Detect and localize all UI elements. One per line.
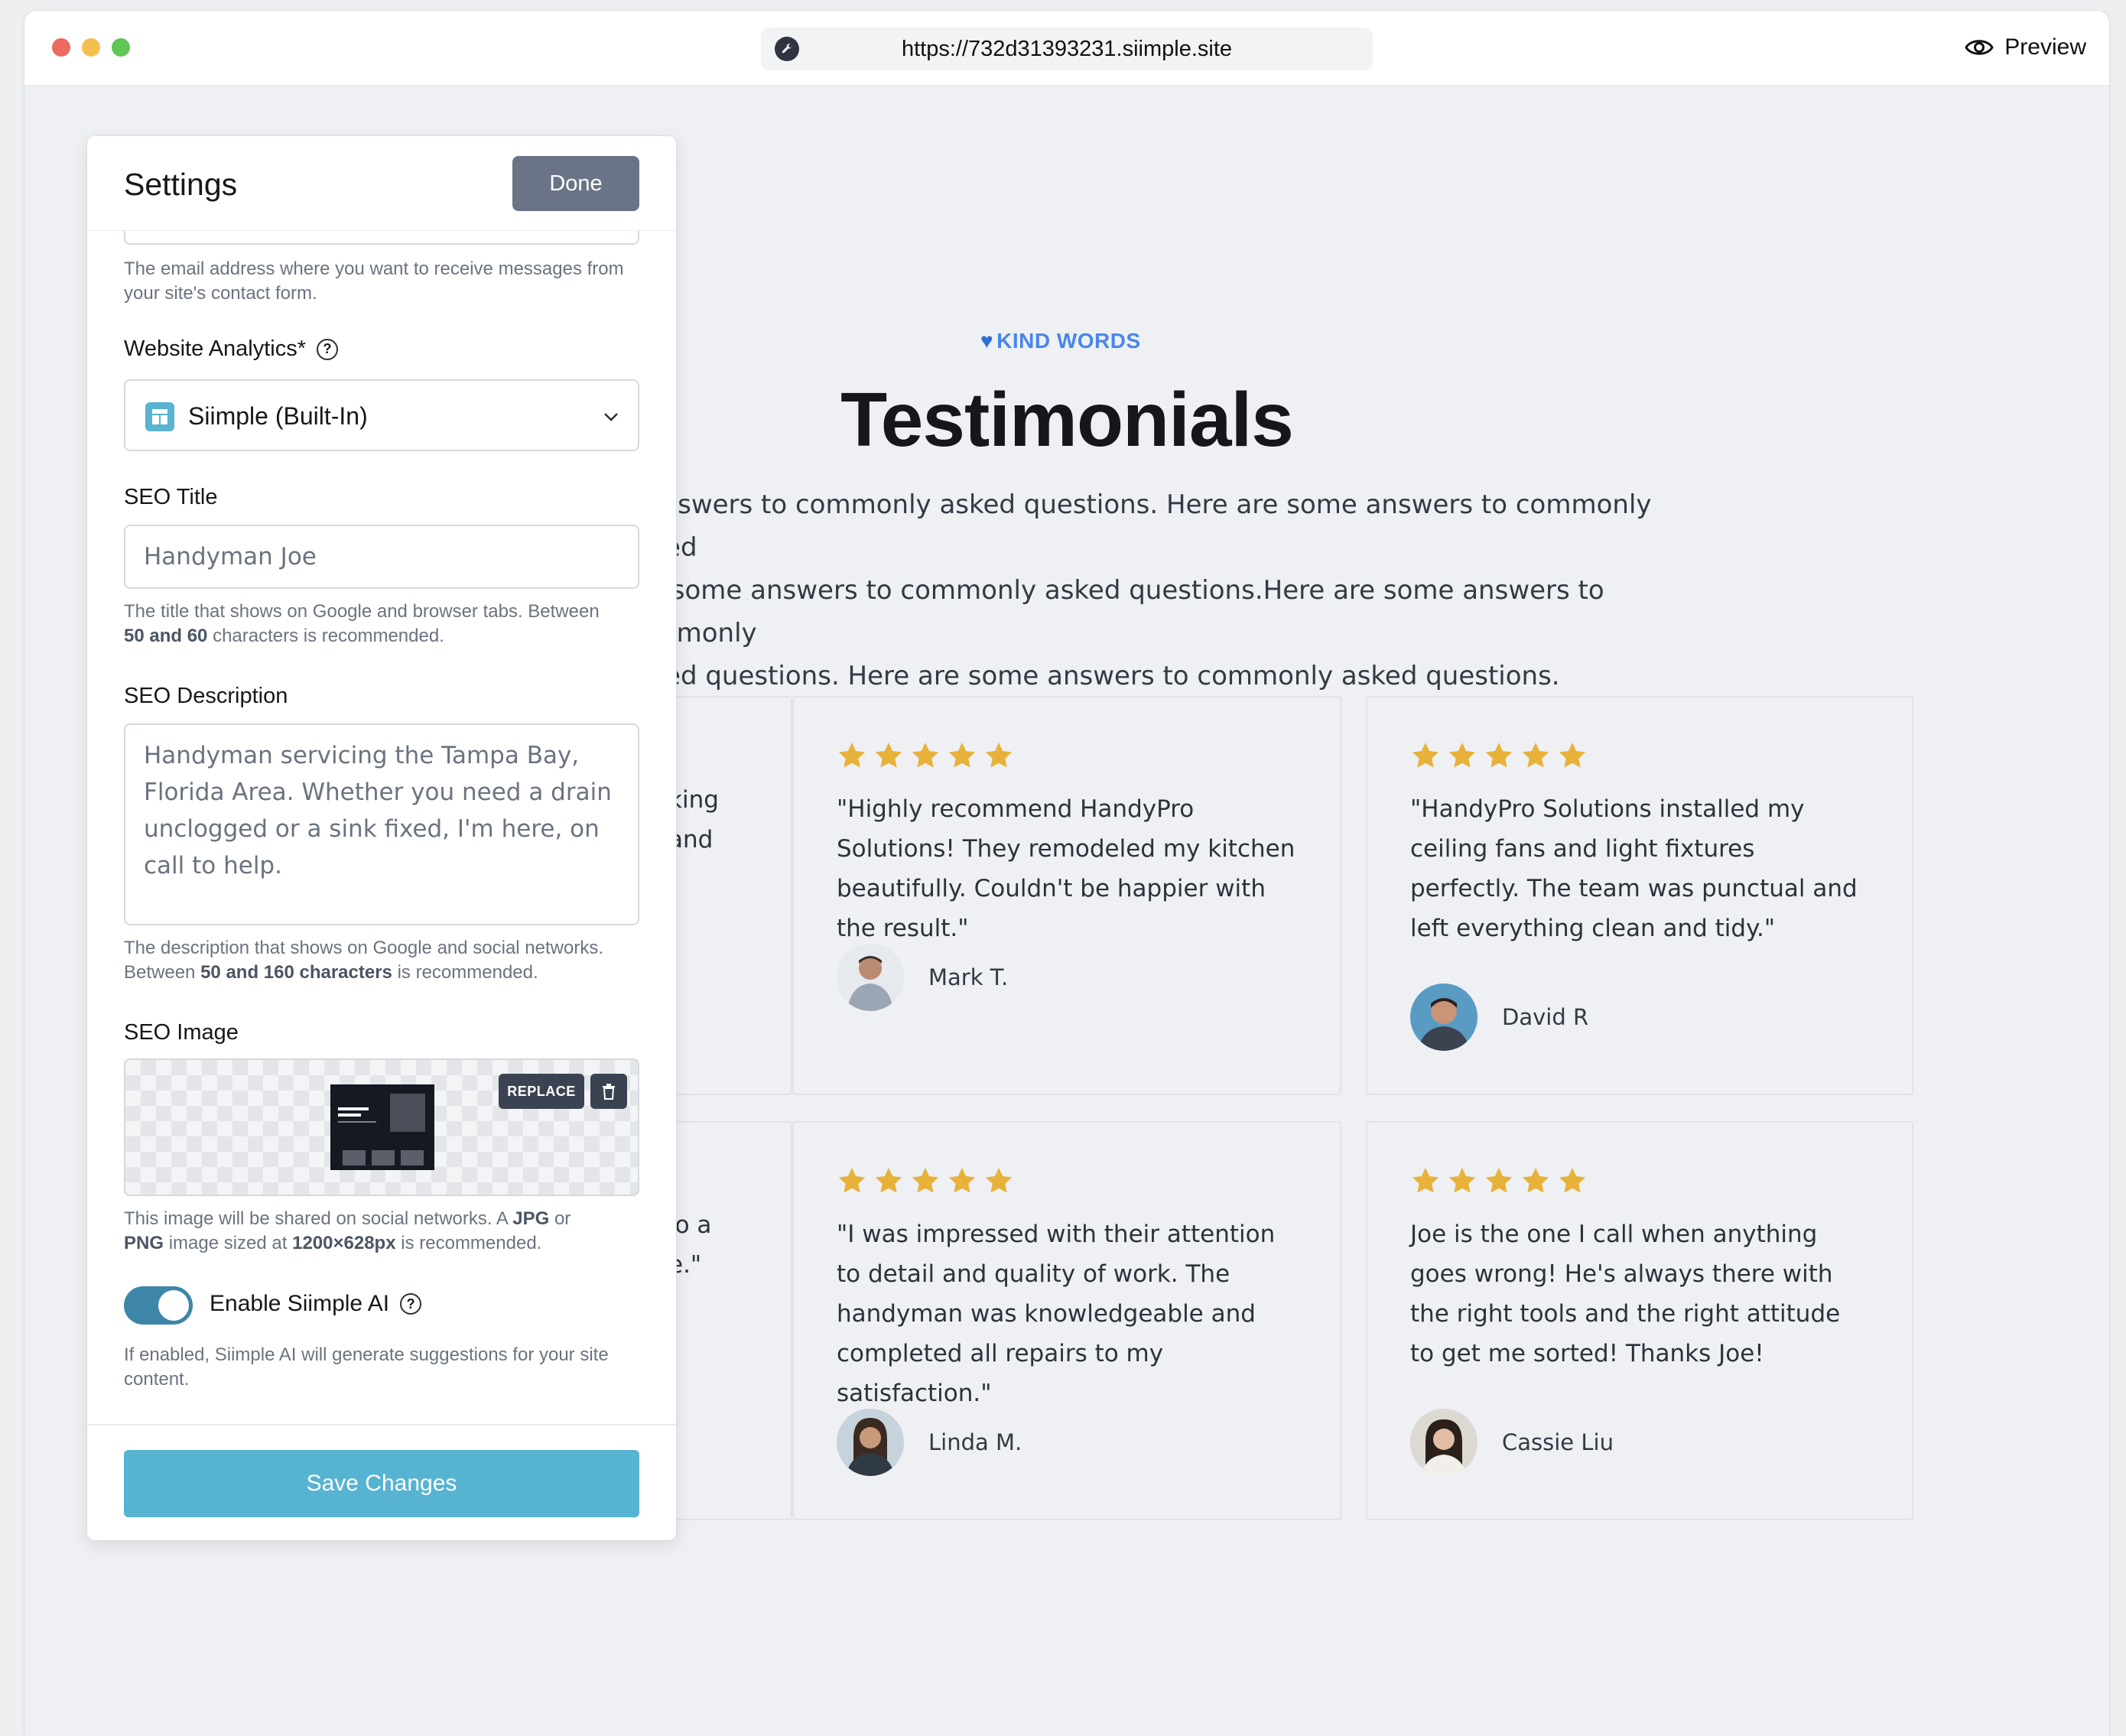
star-icon xyxy=(1448,1168,1476,1193)
star-icon xyxy=(838,1168,866,1193)
settings-header: Settings Done xyxy=(87,136,676,231)
testimonial-card: "I was impressed with their attention to… xyxy=(792,1121,1341,1520)
eye-icon xyxy=(1965,40,1994,55)
seo-image-thumbnail xyxy=(330,1084,434,1170)
minimize-window-button[interactable] xyxy=(82,38,100,57)
testimonial-author: David R xyxy=(1410,983,1588,1051)
browser-toolbar: https://732d31393231.siimple.site Previe… xyxy=(24,11,2109,86)
browser-window: https://732d31393231.siimple.site Previe… xyxy=(24,11,2109,1736)
avatar xyxy=(1410,983,1477,1051)
analytics-select[interactable]: Siimple (Built-In) xyxy=(124,379,639,451)
seo-description-help: The description that shows on Google and… xyxy=(124,938,604,983)
star-icon xyxy=(838,743,866,768)
star-icon xyxy=(912,1168,939,1193)
star-icon xyxy=(875,743,902,768)
enable-ai-toggle[interactable] xyxy=(124,1286,193,1325)
address-bar[interactable]: https://732d31393231.siimple.site xyxy=(761,28,1373,70)
star-icon xyxy=(912,743,939,768)
preview-label: Preview xyxy=(2004,34,2086,60)
star-icon xyxy=(948,1168,976,1193)
testimonial-card: "HandyPro Solutions installed my ceiling… xyxy=(1366,696,1913,1095)
analytics-selected-value: Siimple (Built-In) xyxy=(188,402,368,430)
seo-title-input[interactable]: Handyman Joe xyxy=(124,525,639,589)
star-icon xyxy=(985,1168,1013,1193)
seo-image-label: SEO Image xyxy=(124,1020,239,1045)
star-icon xyxy=(1412,1168,1439,1193)
enable-ai-label: Enable Siimple AI ? xyxy=(210,1291,422,1317)
seo-description-textarea[interactable]: Handyman servicing the Tampa Bay, Florid… xyxy=(124,723,639,925)
seo-image-help: This image will be shared on social netw… xyxy=(124,1208,571,1253)
testimonial-quote: Joe is the one I call when anything goes… xyxy=(1410,1221,1841,1367)
email-help-text: The email address where you want to rece… xyxy=(124,258,624,304)
toggle-knob xyxy=(158,1290,189,1321)
footer-divider xyxy=(87,1424,676,1426)
seo-image-dropzone[interactable]: REPLACE xyxy=(124,1058,639,1196)
analytics-label: Website Analytics* ? xyxy=(124,336,339,362)
testimonial-quote: "I was impressed with their attention to… xyxy=(837,1221,1276,1407)
star-icon xyxy=(1412,743,1439,768)
section-eyebrow: ♥ KIND WORDS xyxy=(980,329,1141,353)
star-icon xyxy=(1559,1168,1586,1193)
star-rating xyxy=(837,740,1014,771)
trash-icon xyxy=(603,1084,615,1100)
seo-title-label: SEO Title xyxy=(124,485,218,509)
close-window-button[interactable] xyxy=(52,38,70,57)
testimonial-quote: "HandyPro Solutions installed my ceiling… xyxy=(1410,795,1858,942)
testimonial-quote: "Highly recommend HandyPro Solutions! Th… xyxy=(837,795,1295,942)
replace-image-button[interactable]: REPLACE xyxy=(499,1074,584,1109)
avatar xyxy=(1410,1409,1477,1476)
delete-image-button[interactable] xyxy=(590,1074,627,1109)
author-name: Cassie Liu xyxy=(1502,1429,1614,1455)
star-rating xyxy=(1410,740,1588,771)
testimonial-author: Mark T. xyxy=(837,944,1008,1011)
settings-panel: The email address where you want to rece… xyxy=(87,136,676,1540)
star-icon xyxy=(1485,1168,1513,1193)
done-button[interactable]: Done xyxy=(512,156,639,211)
testimonial-author: Linda M. xyxy=(837,1409,1022,1476)
help-icon[interactable]: ? xyxy=(317,338,339,360)
star-icon xyxy=(948,743,976,768)
author-name: Linda M. xyxy=(928,1429,1022,1455)
seo-title-help: The title that shows on Google and brows… xyxy=(124,601,600,646)
preview-button[interactable]: Preview xyxy=(1965,31,2086,64)
star-icon xyxy=(1485,743,1513,768)
star-icon xyxy=(985,743,1013,768)
help-icon[interactable]: ? xyxy=(400,1293,422,1315)
star-icon xyxy=(1522,743,1549,768)
blue-heart-icon: ♥ xyxy=(980,329,994,353)
section-intro: e answers to commonly asked questions. H… xyxy=(621,489,1652,691)
save-changes-button[interactable]: Save Changes xyxy=(124,1450,639,1517)
star-rating xyxy=(837,1165,1014,1196)
ai-help-text: If enabled, Siimple AI will generate sug… xyxy=(124,1344,609,1390)
avatar xyxy=(837,944,904,1011)
star-icon xyxy=(1522,1168,1549,1193)
testimonial-card: Joe is the one I call when anything goes… xyxy=(1366,1121,1913,1520)
star-rating xyxy=(1410,1165,1588,1196)
author-name: David R xyxy=(1502,1004,1589,1030)
chevron-down-icon xyxy=(604,413,618,421)
avatar xyxy=(837,1409,904,1476)
maximize-window-button[interactable] xyxy=(112,38,130,57)
siimple-logo-icon xyxy=(145,402,174,431)
author-name: Mark T. xyxy=(928,964,1009,990)
testimonial-card: "Highly recommend HandyPro Solutions! Th… xyxy=(792,696,1341,1095)
testimonial-author: Cassie Liu xyxy=(1410,1409,1614,1476)
star-icon xyxy=(875,1168,902,1193)
settings-title: Settings xyxy=(124,167,238,202)
seo-description-label: SEO Description xyxy=(124,684,288,708)
star-icon xyxy=(1559,743,1586,768)
url-text: https://732d31393231.siimple.site xyxy=(901,37,1233,61)
star-icon xyxy=(1448,743,1476,768)
